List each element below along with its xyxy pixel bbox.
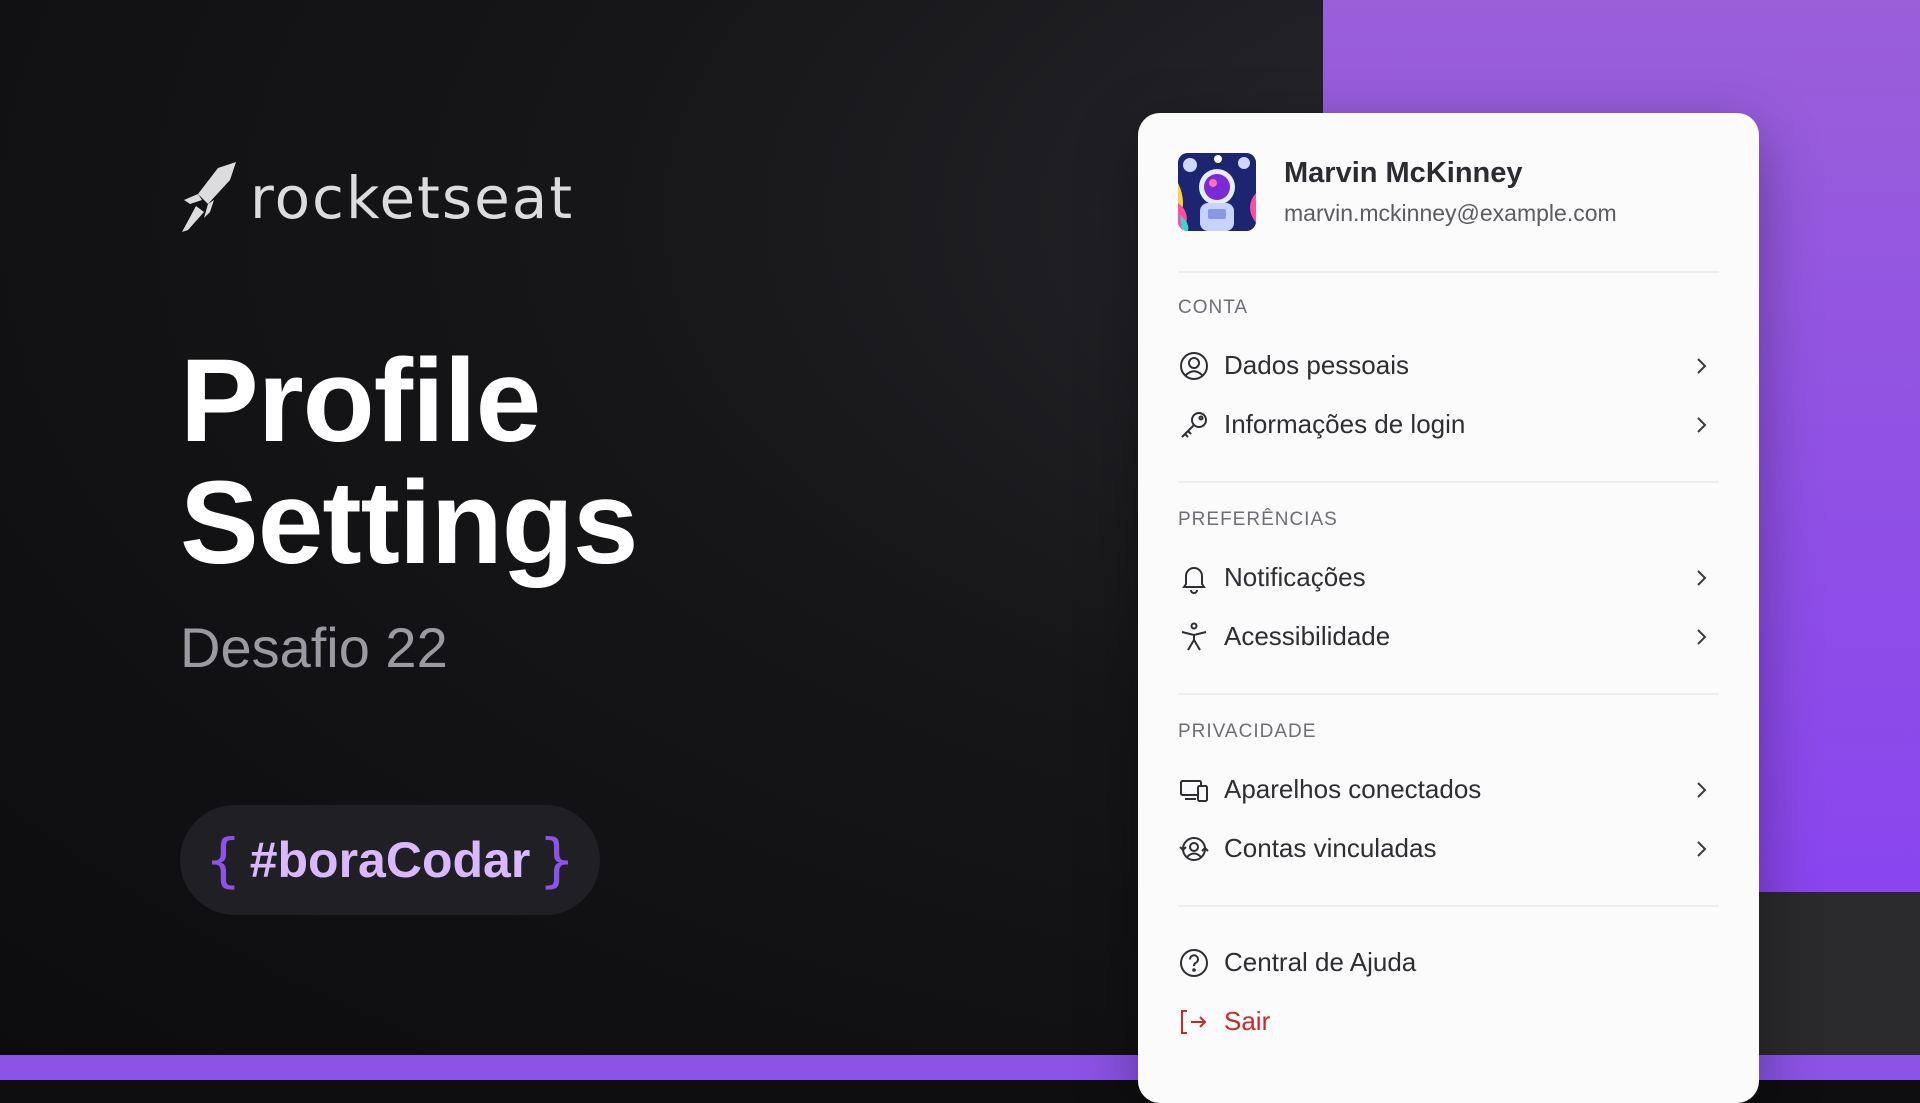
menu-item-central-ajuda[interactable]: Central de Ajuda: [1178, 933, 1719, 992]
menu-item-dados-pessoais[interactable]: Dados pessoais: [1178, 336, 1719, 395]
page-title: Profile Settings: [180, 340, 638, 584]
section-privacy: PRIVACIDADE Aparelhos conectados Contas …: [1178, 721, 1719, 878]
brand-logo: rocketseat: [178, 160, 574, 236]
menu-item-label: Sair: [1224, 1006, 1271, 1036]
divider: [1178, 481, 1719, 483]
chevron-right-icon: [1697, 357, 1707, 374]
divider: [1178, 693, 1719, 695]
section-title-preferences: PREFERÊNCIAS: [1178, 509, 1338, 530]
menu-item-contas-vinculadas[interactable]: Contas vinculadas: [1178, 819, 1719, 878]
chevron-right-icon: [1697, 569, 1707, 586]
key-icon: [1181, 411, 1207, 438]
section-account: CONTA Dados pessoais Informações de logi…: [1178, 297, 1719, 454]
chevron-right-icon: [1697, 628, 1707, 645]
divider: [1178, 905, 1719, 907]
menu-item-label: Central de Ajuda: [1224, 947, 1417, 977]
settings-card: Marvin McKinney marvin.mckinney@example.…: [1138, 113, 1759, 1103]
menu-item-aparelhos-conectados[interactable]: Aparelhos conectados: [1178, 760, 1719, 819]
rocket-icon: [182, 162, 236, 232]
linked-accounts-icon: [1179, 836, 1209, 861]
devices-icon: [1180, 779, 1208, 802]
brace-open: {: [204, 826, 242, 894]
menu-item-acessibilidade[interactable]: Acessibilidade: [1178, 607, 1719, 666]
page-subtitle: Desafio 22: [180, 616, 448, 679]
menu-item-label: Aparelhos conectados: [1224, 774, 1482, 804]
menu-item-sair[interactable]: Sair: [1178, 992, 1719, 1051]
help-circle-icon: [1180, 948, 1208, 977]
hashtag-badge: { #boraCodar }: [180, 805, 600, 915]
profile-email: marvin.mckinney@example.com: [1284, 200, 1617, 226]
hashtag-text: #boraCodar: [249, 832, 531, 888]
logout-icon: [1181, 1009, 1207, 1034]
chevron-right-icon: [1697, 840, 1707, 857]
menu-item-label: Dados pessoais: [1224, 350, 1409, 380]
menu-item-informacoes-login[interactable]: Informações de login: [1178, 395, 1719, 454]
profile-info: Marvin McKinney marvin.mckinney@example.…: [1284, 153, 1617, 227]
menu-item-label: Acessibilidade: [1224, 621, 1391, 651]
profile-name: Marvin McKinney: [1284, 157, 1523, 189]
menu-item-label: Notificações: [1224, 562, 1366, 592]
menu-item-notificacoes[interactable]: Notificações: [1178, 548, 1719, 607]
section-title-account: CONTA: [1178, 297, 1249, 318]
section-preferences: PREFERÊNCIAS Notificações Acessibilidade: [1178, 509, 1719, 666]
avatar[interactable]: [1178, 153, 1256, 231]
title-line-1: Profile: [180, 335, 541, 467]
menu-item-label: Contas vinculadas: [1224, 833, 1437, 863]
user-circle-icon: [1180, 351, 1208, 380]
brace-close: }: [538, 826, 576, 894]
brand-name: rocketseat: [250, 164, 575, 232]
chevron-right-icon: [1697, 781, 1707, 798]
menu-item-label: Informações de login: [1224, 409, 1466, 439]
bell-icon: [1182, 566, 1206, 594]
accessibility-icon: [1181, 622, 1207, 651]
astronaut-avatar-image: [1178, 153, 1256, 231]
title-line-2: Settings: [180, 457, 638, 589]
section-footer: Central de Ajuda Sair: [1178, 933, 1719, 1051]
profile-header: Marvin McKinney marvin.mckinney@example.…: [1178, 153, 1719, 273]
dark-corner-panel: [1740, 892, 1920, 1055]
section-title-privacy: PRIVACIDADE: [1178, 721, 1317, 742]
chevron-right-icon: [1697, 416, 1707, 433]
